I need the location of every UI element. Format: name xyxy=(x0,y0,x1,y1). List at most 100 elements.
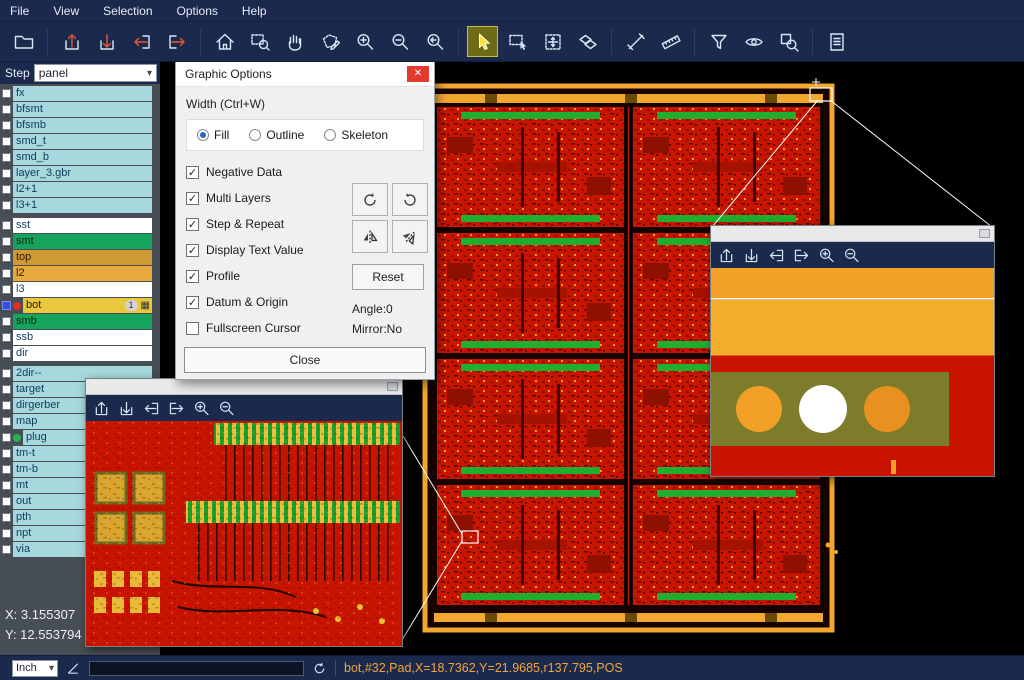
layer-row[interactable]: smb ▦ xyxy=(0,314,160,329)
layer-visibility-checkbox[interactable] xyxy=(2,221,11,230)
zoom-previous-button[interactable] xyxy=(419,26,450,57)
layer-visibility-checkbox[interactable] xyxy=(2,89,11,98)
transform-select-button[interactable] xyxy=(537,26,568,57)
zoom-out-button[interactable] xyxy=(214,397,238,419)
import-left-button[interactable] xyxy=(126,26,157,57)
layer-visibility-checkbox[interactable] xyxy=(2,417,11,426)
layer-row[interactable]: dir ▦ xyxy=(0,346,160,361)
layer-visibility-checkbox[interactable] xyxy=(2,169,11,178)
menu-item[interactable]: View xyxy=(53,4,79,18)
display-option-checkbox[interactable]: ✓ Profile xyxy=(186,263,346,289)
layer-row[interactable]: layer_3.gbr ▦ xyxy=(0,166,160,181)
rotate-cw-button[interactable] xyxy=(352,183,388,216)
layer-visibility-checkbox[interactable] xyxy=(2,529,11,538)
layer-row[interactable]: l2+1 ▦ xyxy=(0,182,160,197)
display-option-checkbox[interactable]: ✓ Display Text Value xyxy=(186,237,346,263)
magnified-view-right[interactable] xyxy=(711,268,994,476)
window-menu-icon[interactable] xyxy=(979,229,990,238)
layer-visibility-checkbox[interactable] xyxy=(2,465,11,474)
display-option-checkbox[interactable]: ✓ Fullscreen Cursor xyxy=(186,315,346,341)
layer-visibility-checkbox[interactable] xyxy=(2,449,11,458)
select-tool-button[interactable] xyxy=(467,26,498,57)
import-down-button[interactable] xyxy=(91,26,122,57)
layer-visibility-checkbox[interactable] xyxy=(2,433,11,442)
layer-visibility-checkbox[interactable] xyxy=(2,153,11,162)
layer-row[interactable]: l2 ▦ xyxy=(0,266,160,281)
width-mode-radio[interactable]: Fill xyxy=(197,128,229,142)
layer-visibility-checkbox[interactable] xyxy=(2,497,11,506)
display-option-checkbox[interactable]: ✓ Negative Data xyxy=(186,159,346,185)
refresh-icon[interactable] xyxy=(312,661,327,676)
export-right-button[interactable] xyxy=(161,26,192,57)
magnifier-titlebar[interactable] xyxy=(711,226,994,242)
import-left-button[interactable] xyxy=(764,244,788,266)
layer-visibility-checkbox[interactable] xyxy=(2,201,11,210)
layer-visibility-checkbox[interactable] xyxy=(2,317,11,326)
ruler-button[interactable] xyxy=(655,26,686,57)
mirror-horizontal-button[interactable] xyxy=(352,220,388,253)
open-button[interactable] xyxy=(8,26,39,57)
import-up-button[interactable] xyxy=(714,244,738,266)
magnified-view-bottom[interactable] xyxy=(86,421,402,646)
unit-select[interactable]: Inch ▾ xyxy=(12,660,58,677)
layer-visibility-checkbox[interactable] xyxy=(2,237,11,246)
layer-visibility-checkbox[interactable] xyxy=(2,349,11,358)
layer-visibility-checkbox[interactable] xyxy=(2,253,11,262)
zoom-in-button[interactable] xyxy=(189,397,213,419)
display-option-checkbox[interactable]: ✓ Datum & Origin xyxy=(186,289,346,315)
zoom-window-button[interactable] xyxy=(244,26,275,57)
find-net-button[interactable] xyxy=(773,26,804,57)
layer-visibility-checkbox[interactable] xyxy=(2,481,11,490)
step-select[interactable]: panel ▾ xyxy=(34,64,157,82)
layer-visibility-checkbox[interactable] xyxy=(2,121,11,130)
snapshot-button[interactable] xyxy=(314,26,345,57)
import-left-button[interactable] xyxy=(139,397,163,419)
export-right-button[interactable] xyxy=(789,244,813,266)
magnifier-titlebar[interactable] xyxy=(86,379,402,395)
layer-visibility-checkbox[interactable] xyxy=(2,401,11,410)
snap-angle-icon[interactable] xyxy=(66,661,81,676)
layer-visibility-checkbox[interactable] xyxy=(2,301,11,310)
view-options-button[interactable] xyxy=(738,26,769,57)
layer-row[interactable]: l3 ▦ xyxy=(0,282,160,297)
layer-visibility-checkbox[interactable] xyxy=(2,369,11,378)
layer-visibility-checkbox[interactable] xyxy=(2,545,11,554)
zoom-out-button[interactable] xyxy=(384,26,415,57)
window-menu-icon[interactable] xyxy=(387,382,398,391)
report-button[interactable] xyxy=(821,26,852,57)
layer-row[interactable]: l3+1 ▦ xyxy=(0,198,160,213)
measure-button[interactable] xyxy=(620,26,651,57)
mirror-diagonal-button[interactable] xyxy=(392,220,428,253)
import-down-button[interactable] xyxy=(739,244,763,266)
zoom-in-button[interactable] xyxy=(814,244,838,266)
dialog-close-button[interactable]: Close xyxy=(184,347,426,373)
home-button[interactable] xyxy=(209,26,240,57)
layer-row[interactable]: bot 1 ▦ xyxy=(0,298,160,313)
width-mode-radio[interactable]: Skeleton xyxy=(324,128,388,142)
reset-button[interactable]: Reset xyxy=(352,264,424,290)
menu-item[interactable]: Options xyxy=(177,4,218,18)
layer-row[interactable]: bfsmt ▦ xyxy=(0,102,160,117)
magnifier-window-bottom[interactable] xyxy=(85,378,403,647)
dialog-titlebar[interactable]: Graphic Options ✕ xyxy=(176,61,434,87)
import-up-button[interactable] xyxy=(89,397,113,419)
pan-button[interactable] xyxy=(279,26,310,57)
layer-row[interactable]: smd_t ▦ xyxy=(0,134,160,149)
layer-row[interactable]: top ▦ xyxy=(0,250,160,265)
layer-row[interactable]: smd_b ▦ xyxy=(0,150,160,165)
layer-visibility-checkbox[interactable] xyxy=(2,333,11,342)
menu-item[interactable]: Help xyxy=(242,4,267,18)
filter-button[interactable] xyxy=(703,26,734,57)
width-mode-radio[interactable]: Outline xyxy=(249,128,304,142)
display-option-checkbox[interactable]: ✓ Multi Layers xyxy=(186,185,346,211)
layer-row[interactable]: bfsmb ▦ xyxy=(0,118,160,133)
layer-row[interactable]: smt ▦ xyxy=(0,234,160,249)
dialog-close-box[interactable]: ✕ xyxy=(407,66,429,82)
layer-visibility-checkbox[interactable] xyxy=(2,285,11,294)
layer-visibility-checkbox[interactable] xyxy=(2,269,11,278)
layer-visibility-checkbox[interactable] xyxy=(2,385,11,394)
command-input[interactable] xyxy=(89,661,304,676)
menu-item[interactable]: File xyxy=(10,4,29,18)
layer-visibility-checkbox[interactable] xyxy=(2,137,11,146)
layer-row[interactable]: ssb ▦ xyxy=(0,330,160,345)
